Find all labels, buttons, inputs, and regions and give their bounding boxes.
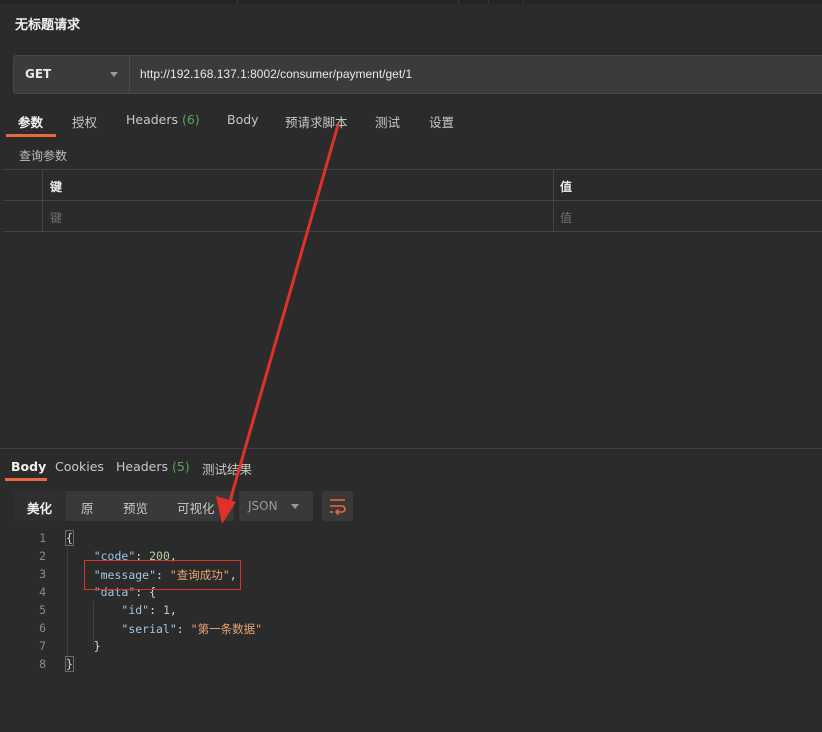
response-tabs: Body Cookies Headers (5) 测试结果 [0,455,822,483]
params-row-checkbox[interactable] [3,201,43,232]
json-token: } [93,639,101,653]
key-placeholder: 键 [50,211,63,225]
code-line: 1 { [0,530,822,549]
annotation-highlight-box [84,560,241,590]
code-line: 7 } [0,639,822,657]
mode-pretty-button[interactable]: 美化 [27,498,52,517]
json-token: { [65,530,74,546]
tab-headers-label: Headers [126,112,179,127]
chevron-down-icon [110,72,118,77]
json-punct: : [149,603,163,617]
resp-tab-headers-count: (5) [172,459,190,474]
url-bar: GET http://192.168.137.1:8002/consumer/p… [13,55,822,94]
request-tabs: 参数 授权 Headers (6) Body 预请求脚本 测试 设置 [0,108,822,138]
resp-tab-test-results[interactable]: 测试结果 [202,459,252,478]
resp-tab-headers[interactable]: Headers (5) [116,459,190,474]
line-number: 7 [39,639,46,653]
tab-headers[interactable]: Headers (6) [126,112,200,127]
json-key: "id" [121,603,150,617]
value-column-label: 值 [560,180,573,194]
code-text: "serial": "第一条数据" [66,621,262,637]
chevron-down-icon [291,504,299,509]
method-label: GET [25,67,52,81]
format-select[interactable]: JSON [239,491,313,521]
tab-tests[interactable]: 测试 [375,112,400,131]
request-title[interactable]: 无标题请求 [15,14,80,33]
wrap-lines-button[interactable] [322,491,353,521]
code-line: 8 } [0,656,822,675]
mode-preview-button[interactable]: 预览 [123,498,148,517]
query-params-heading: 查询参数 [19,149,68,163]
tab-settings[interactable]: 设置 [429,112,454,131]
format-select-value: JSON [248,499,278,513]
line-number: 6 [39,621,46,635]
resp-tab-body[interactable]: Body [11,459,46,474]
param-key-input[interactable]: 键 [43,201,554,232]
json-key: "serial" [121,622,177,636]
params-empty-row: 键 值 [3,201,822,232]
json-punct: : [176,622,191,636]
json-token: } [65,656,74,672]
mode-raw-button[interactable]: 原 [81,498,94,517]
key-column-label: 键 [50,180,63,194]
resp-tab-headers-label: Headers [116,459,169,474]
param-value-input[interactable]: 值 [560,209,572,226]
params-header-row: 键 值 [3,170,822,201]
line-number: 8 [39,657,46,671]
tab-strip-segment [523,0,822,4]
code-text: } [65,656,74,672]
json-punct: , [169,603,177,617]
method-select[interactable]: GET [14,56,130,93]
window-top-strip [0,0,822,4]
tab-body[interactable]: Body [227,112,259,127]
json-string: "第一条数据" [190,622,262,636]
code-text: { [65,530,74,546]
line-number: 3 [39,567,46,581]
code-text: "id": 1, [66,603,177,617]
tab-strip-segment [488,0,523,4]
line-number: 5 [39,603,46,617]
params-key-header: 键 [43,170,554,201]
resp-tab-cookies[interactable]: Cookies [55,459,104,474]
line-number: 1 [39,531,46,545]
tab-params[interactable]: 参数 [18,112,43,131]
active-tab-indicator [6,134,56,137]
active-resp-tab-indicator [5,478,47,481]
code-text: } [66,639,101,653]
code-line: 6 "serial": "第一条数据" [0,621,822,639]
wrap-lines-icon [330,499,346,516]
tab-strip-segment [237,0,458,4]
line-number: 4 [39,585,46,599]
tab-headers-count: (6) [182,112,200,127]
line-number: 2 [39,549,46,563]
url-input[interactable]: http://192.168.137.1:8002/consumer/payme… [140,67,412,81]
params-checkbox-col [3,170,43,201]
tab-strip-segment [458,0,488,4]
tab-prerequest-script[interactable]: 预请求脚本 [285,112,348,131]
view-mode-toolbar: 美化 原 预览 可视化 [13,491,234,521]
pane-divider[interactable] [0,448,822,449]
mode-visualize-button[interactable]: 可视化 [177,498,215,517]
tab-auth[interactable]: 授权 [72,112,97,131]
code-line: 5 "id": 1, [0,603,822,621]
json-number: 1 [162,603,170,617]
params-table: 键 值 键 值 [3,169,822,232]
